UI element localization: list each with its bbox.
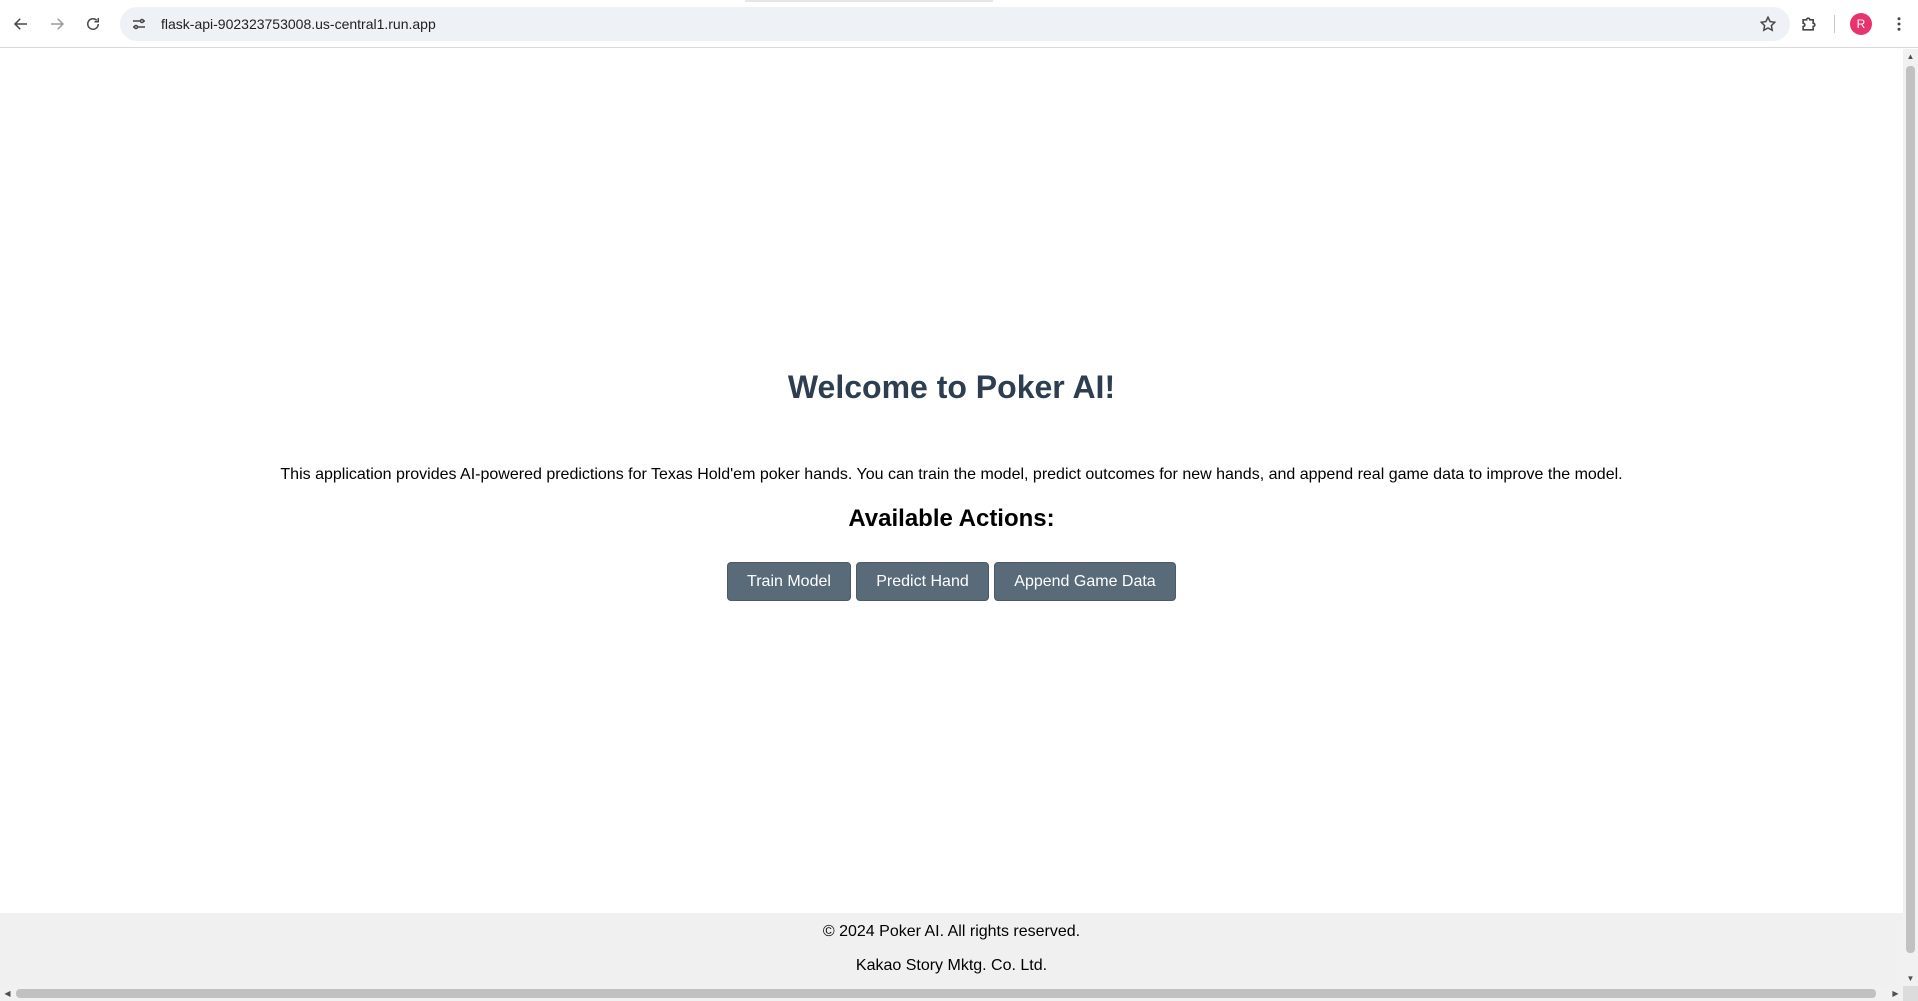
scroll-right-arrow-icon[interactable]: ▶ [1888,986,1903,1001]
puzzle-icon[interactable] [1794,9,1824,39]
page-description: This application provides AI-powered pre… [280,466,1623,483]
vertical-scrollbar[interactable]: ▲ ▼ [1903,49,1918,986]
actions-heading: Available Actions: [848,505,1055,532]
train-model-button[interactable]: Train Model [727,562,851,601]
address-bar[interactable]: flask-api-902323753008.us-central1.run.a… [120,7,1790,41]
page-title: Welcome to Poker AI! [787,369,1116,405]
footer-copyright: © 2024 Poker AI. All rights reserved. [822,923,1081,940]
browser-toolbar: flask-api-902323753008.us-central1.run.a… [0,0,1918,48]
page-viewport: Welcome to Poker AI! This application pr… [0,49,1903,986]
star-icon[interactable] [1756,12,1780,36]
actions-button-group: Train Model Predict Hand Append Game Dat… [0,562,1903,601]
horizontal-scrollbar[interactable]: ◀ ▶ [0,986,1903,1001]
url-text[interactable]: flask-api-902323753008.us-central1.run.a… [161,16,436,32]
scroll-up-arrow-icon[interactable]: ▲ [1903,49,1918,64]
tab-strip [745,0,993,2]
back-arrow-icon[interactable] [3,6,39,42]
horizontal-scroll-thumb[interactable] [16,989,1876,998]
vertical-scroll-thumb[interactable] [1906,66,1915,953]
footer: © 2024 Poker AI. All rights reserved. Ka… [0,913,1903,986]
toolbar-divider [1834,15,1835,33]
tune-icon[interactable] [125,10,153,38]
append-game-data-button[interactable]: Append Game Data [994,562,1176,601]
predict-hand-button[interactable]: Predict Hand [856,562,989,601]
footer-company: Kakao Story Mktg. Co. Ltd. [855,957,1048,974]
reload-icon[interactable] [75,6,111,42]
forward-arrow-icon[interactable] [39,6,75,42]
avatar[interactable]: R [1850,13,1872,35]
scroll-left-arrow-icon[interactable]: ◀ [0,986,15,1001]
scrollbar-corner [1903,986,1918,1001]
kebab-menu-icon[interactable] [1884,9,1914,39]
scroll-down-arrow-icon[interactable]: ▼ [1903,971,1918,986]
